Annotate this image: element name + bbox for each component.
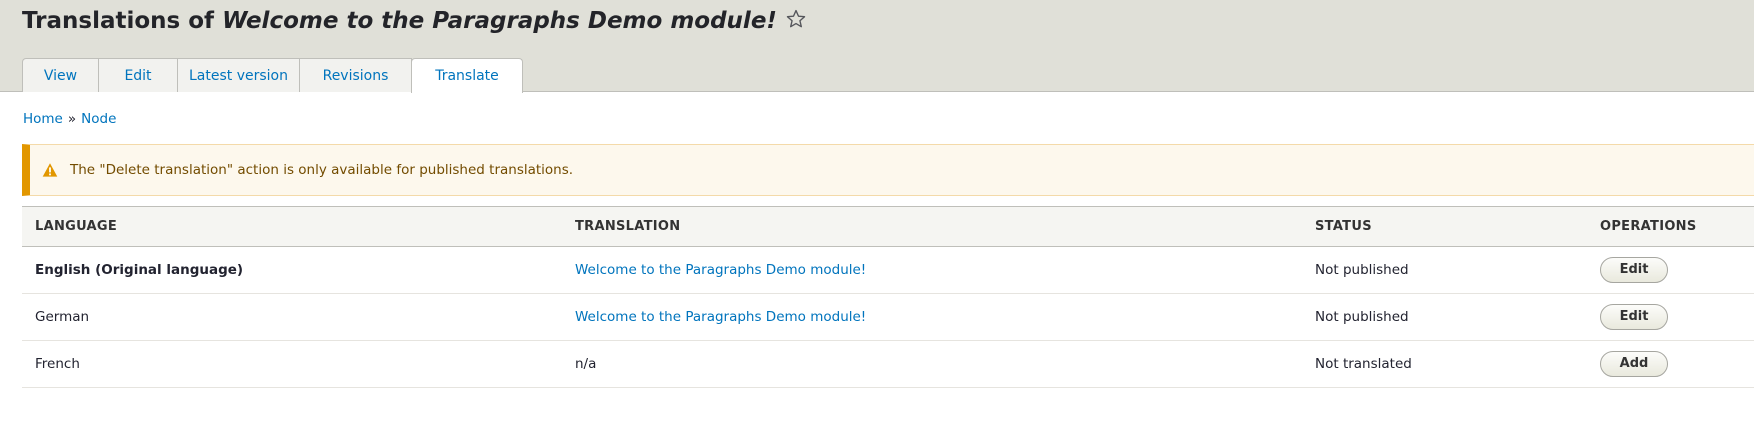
row-status: Not published bbox=[1302, 293, 1587, 341]
translations-table: LANGUAGE TRANSLATION STATUS OPERATIONS E… bbox=[22, 206, 1754, 388]
row-operations: Add bbox=[1587, 340, 1754, 388]
page-title-node: Welcome to the Paragraphs Demo module! bbox=[222, 8, 777, 34]
translation-link[interactable]: Welcome to the Paragraphs Demo module! bbox=[575, 309, 866, 325]
row-operations: Edit bbox=[1587, 293, 1754, 341]
column-header-operations: OPERATIONS bbox=[1587, 206, 1754, 247]
table-row: English (Original language) Welcome to t… bbox=[22, 246, 1754, 294]
edit-button[interactable]: Edit bbox=[1600, 257, 1668, 283]
page-title-prefix: Translations of bbox=[22, 8, 223, 34]
breadcrumb-node-link[interactable]: Node bbox=[81, 111, 116, 127]
breadcrumb: Home» Node bbox=[23, 111, 116, 127]
translation-link[interactable]: Welcome to the Paragraphs Demo module! bbox=[575, 262, 866, 278]
row-operations: Edit bbox=[1587, 246, 1754, 294]
row-language: English (Original language) bbox=[22, 246, 562, 294]
tab-latest-version[interactable]: Latest version bbox=[177, 58, 300, 92]
row-status: Not translated bbox=[1302, 340, 1587, 388]
tab-edit[interactable]: Edit bbox=[98, 58, 178, 92]
column-header-translation: TRANSLATION bbox=[562, 206, 1302, 247]
page-header: Translations of Welcome to the Paragraph… bbox=[0, 0, 1754, 93]
row-translation-cell: Welcome to the Paragraphs Demo module! bbox=[562, 246, 1302, 294]
row-translation-cell: Welcome to the Paragraphs Demo module! bbox=[562, 293, 1302, 341]
primary-tabs: View Edit Latest version Revisions Trans… bbox=[22, 58, 523, 93]
row-language: French bbox=[22, 340, 562, 388]
column-header-status: STATUS bbox=[1302, 206, 1587, 247]
edit-button[interactable]: Edit bbox=[1600, 304, 1668, 330]
breadcrumb-home-link[interactable]: Home bbox=[23, 111, 63, 127]
warning-message-text: The "Delete translation" action is only … bbox=[70, 162, 574, 178]
table-row: German Welcome to the Paragraphs Demo mo… bbox=[22, 293, 1754, 341]
table-header-row: LANGUAGE TRANSLATION STATUS OPERATIONS bbox=[22, 206, 1754, 247]
row-status: Not published bbox=[1302, 246, 1587, 294]
add-button[interactable]: Add bbox=[1600, 351, 1668, 377]
breadcrumb-separator: » bbox=[67, 111, 77, 127]
table-row: French n/a Not translated Add bbox=[22, 340, 1754, 388]
row-translation: n/a bbox=[562, 340, 1302, 388]
column-header-language: LANGUAGE bbox=[22, 206, 562, 247]
warning-icon bbox=[42, 163, 58, 177]
tab-revisions[interactable]: Revisions bbox=[299, 58, 412, 92]
star-icon[interactable] bbox=[785, 8, 807, 30]
page-title: Translations of Welcome to the Paragraph… bbox=[22, 6, 807, 36]
tab-view[interactable]: View bbox=[22, 58, 99, 92]
tab-translate[interactable]: Translate bbox=[411, 58, 523, 93]
warning-message: The "Delete translation" action is only … bbox=[22, 144, 1754, 196]
row-language: German bbox=[22, 293, 562, 341]
